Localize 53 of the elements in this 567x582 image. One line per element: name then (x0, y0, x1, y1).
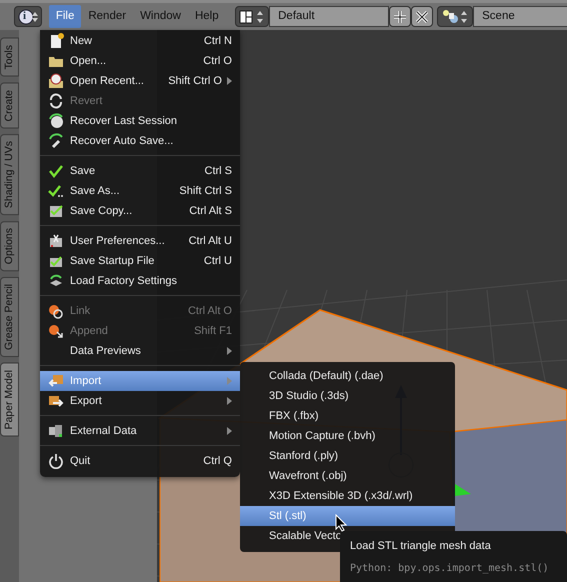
external-data-icon (48, 423, 64, 439)
mouse-cursor-icon (335, 514, 347, 532)
menu-item[interactable]: Save As... Shift Ctrl S (40, 181, 240, 201)
layout-button[interactable] (235, 6, 270, 27)
menu-item[interactable]: Collada (Default) (.dae) (240, 366, 455, 386)
editor-type-button[interactable]: i (14, 6, 42, 27)
menu-item[interactable]: Save Copy... Ctrl Alt S (40, 201, 240, 221)
reset-icon (48, 273, 64, 289)
scene-button[interactable] (437, 6, 474, 27)
menu-item[interactable]: Quit Ctrl Q (40, 451, 240, 471)
power-icon (48, 453, 64, 469)
checkmark-icon (48, 163, 64, 179)
export-icon (48, 393, 64, 409)
link-icon (48, 303, 64, 319)
recent-folder-icon (48, 73, 64, 89)
reload-icon (48, 93, 64, 109)
menu-item[interactable]: Export (40, 391, 240, 411)
layout-field[interactable]: Default (269, 6, 390, 27)
menu-item[interactable]: Save Ctrl S (40, 161, 240, 181)
up-down-arrows-icon (32, 10, 38, 22)
menu-item[interactable]: New Ctrl N (40, 31, 240, 51)
menu-item[interactable]: Recover Last Session (40, 111, 240, 131)
menu-item[interactable]: External Data (40, 421, 240, 441)
document-icon (48, 33, 64, 49)
checklist-icon (48, 203, 64, 219)
menu-item[interactable]: Window (133, 4, 188, 28)
python-path-text: Python: bpy.ops.import_mesh.stl() (350, 562, 550, 576)
checkmark-icon (48, 183, 64, 199)
import-icon (48, 373, 64, 389)
menu-item[interactable]: Wavefront (.obj) (240, 466, 455, 486)
menu-item[interactable]: Open Recent... Shift Ctrl O (40, 71, 240, 91)
menu-item[interactable]: Help (188, 4, 226, 28)
panel-tab[interactable]: Paper Model (0, 363, 19, 437)
add-icon[interactable] (389, 6, 412, 27)
tooltip-text: Load STL triangle mesh data (350, 539, 492, 554)
menu-item[interactable]: File (48, 4, 82, 28)
menu-item[interactable]: Load Factory Settings (40, 271, 240, 291)
menu-item[interactable]: Recover Auto Save... (40, 131, 240, 151)
menu-item[interactable]: 3D Studio (.3ds) (240, 386, 455, 406)
menu-item[interactable]: Stanford (.ply) (240, 446, 455, 466)
menu-item[interactable]: X3D Extensible 3D (.x3d/.wrl) (240, 486, 455, 506)
menu-item[interactable]: User Preferences... Ctrl Alt U (40, 231, 240, 251)
menu-item[interactable]: Save Startup File Ctrl U (40, 251, 240, 271)
preferences-icon (48, 233, 64, 249)
menu-item[interactable]: Render (81, 4, 134, 28)
menu-item[interactable]: FBX (.fbx) (240, 406, 455, 426)
scene-field[interactable]: Scene (473, 6, 567, 27)
close-icon[interactable] (411, 6, 434, 27)
menu-item[interactable]: Open... Ctrl O (40, 51, 240, 71)
menu-item[interactable]: Data Previews (40, 341, 240, 361)
append-icon (48, 323, 64, 339)
menu-item[interactable]: Motion Capture (.bvh) (240, 426, 455, 446)
recover-icon (48, 113, 64, 129)
